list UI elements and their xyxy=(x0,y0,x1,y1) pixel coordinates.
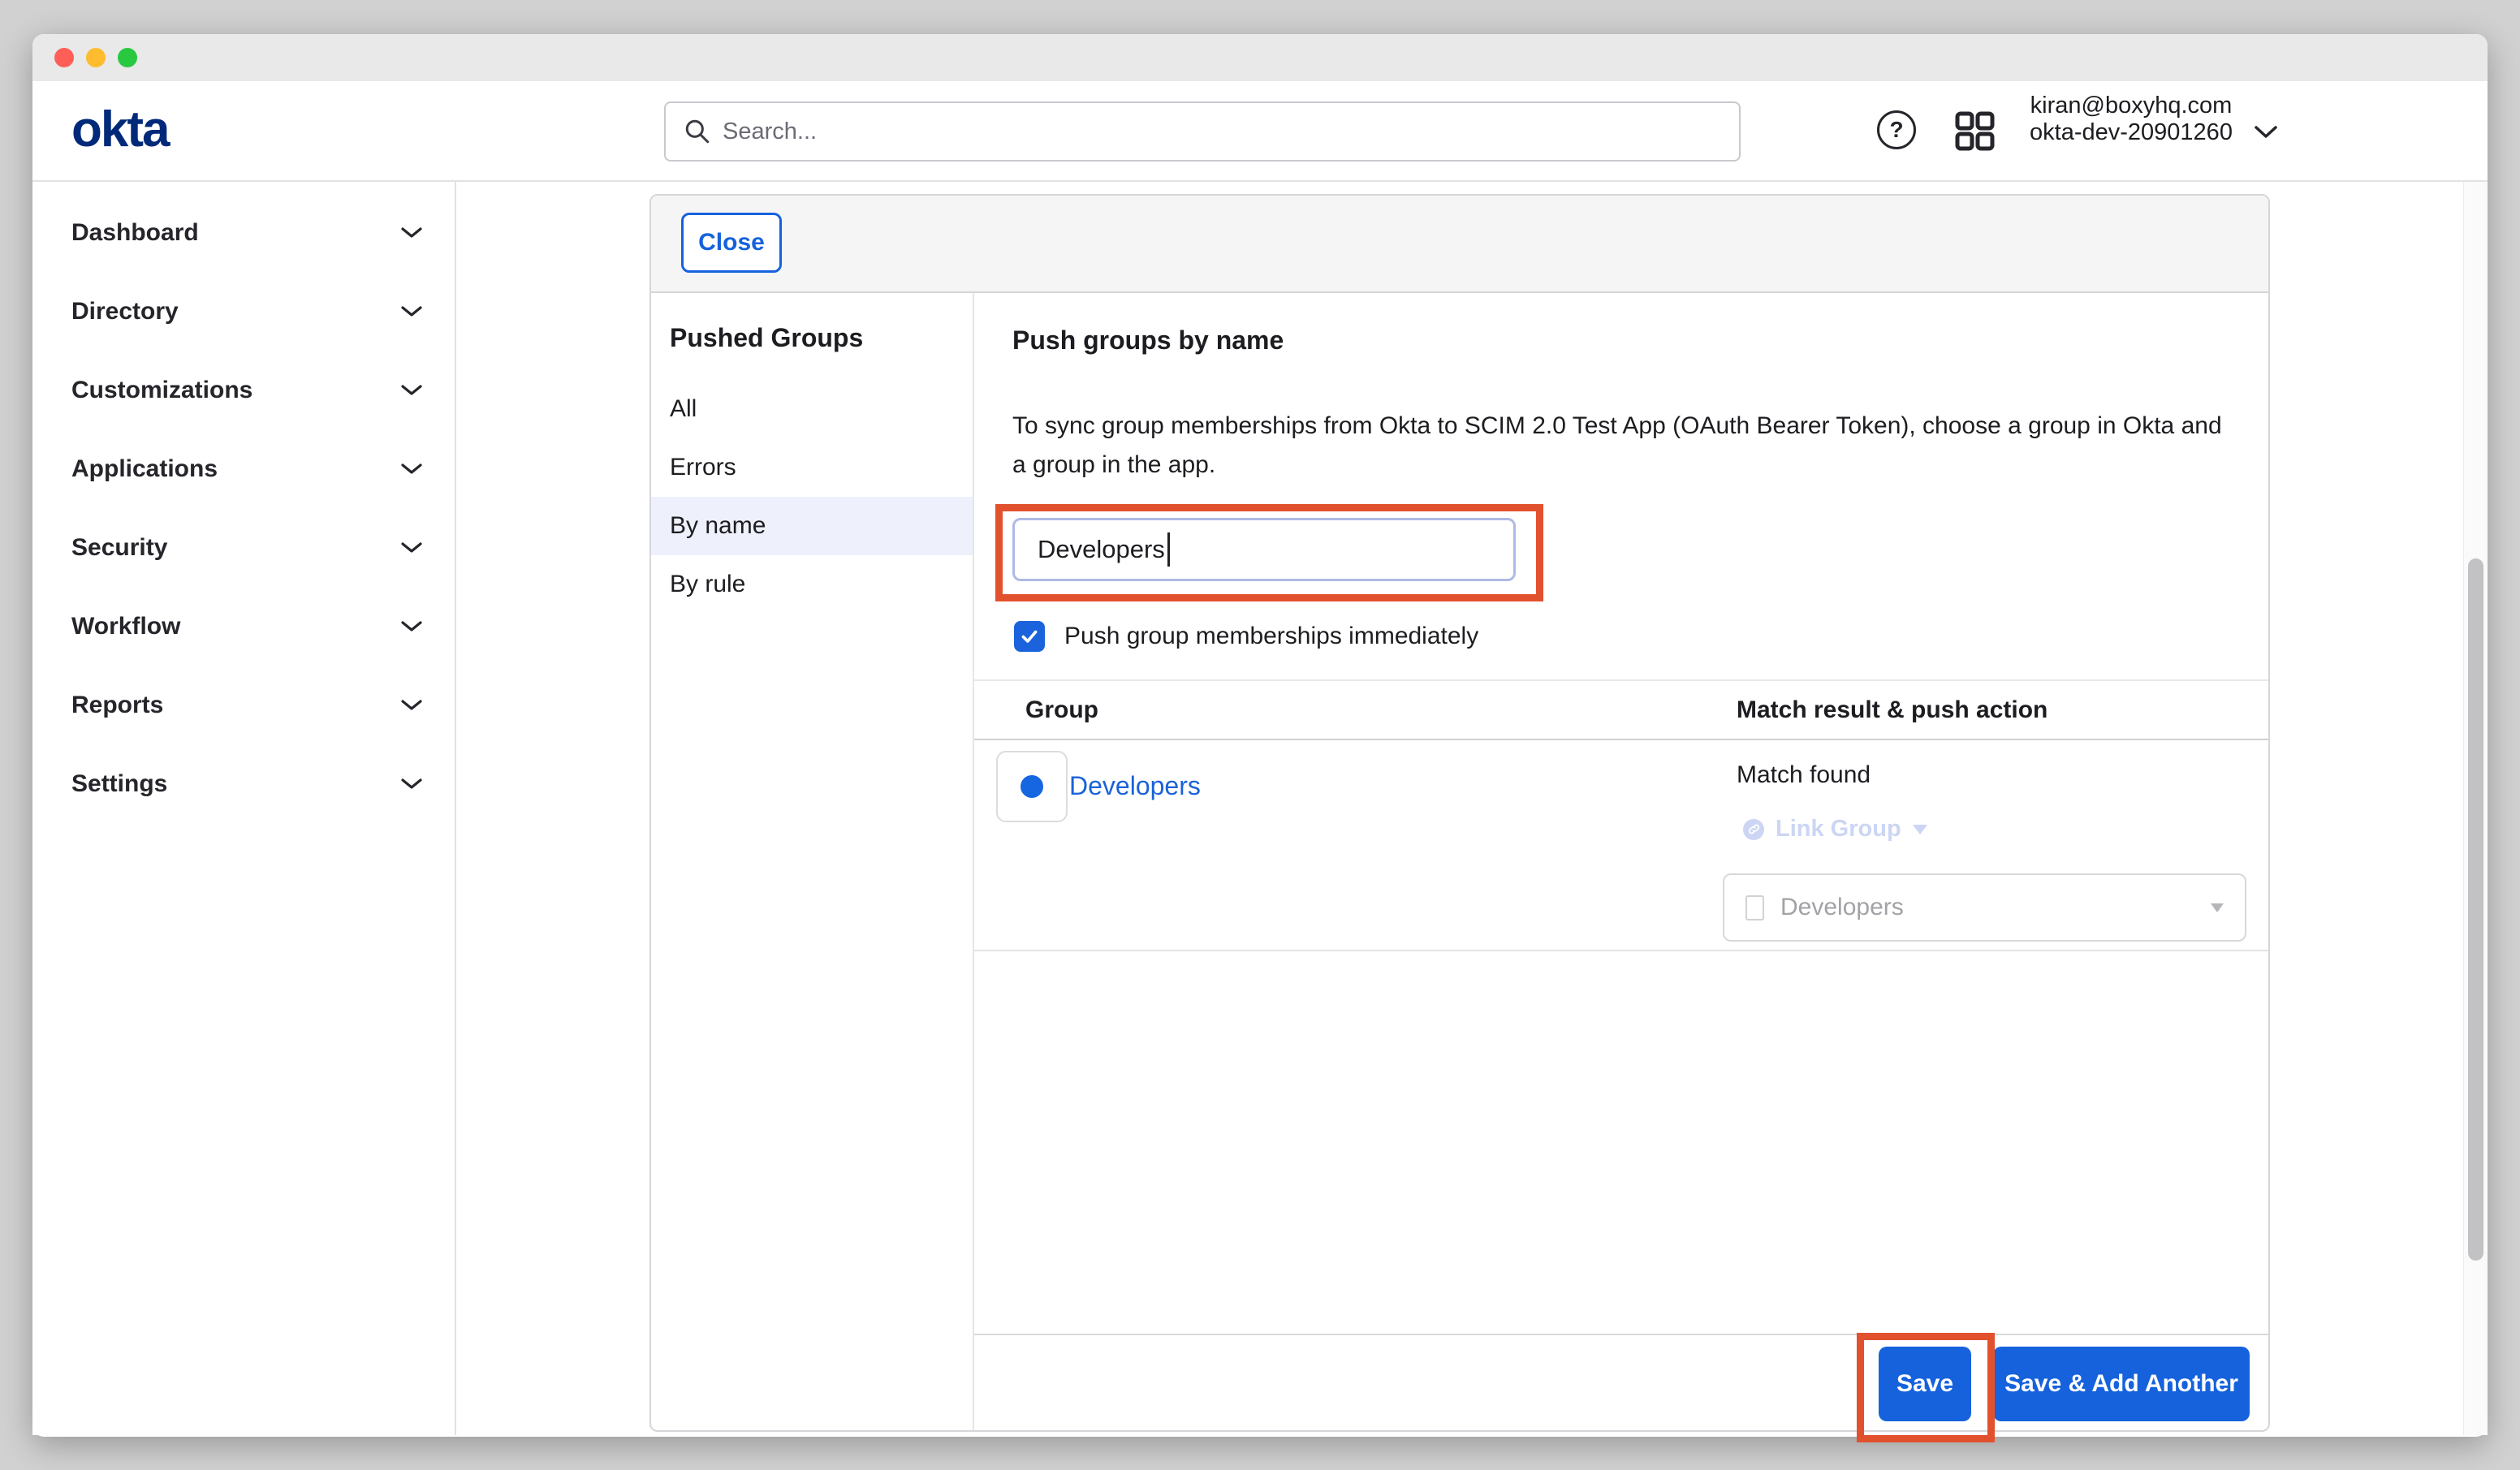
caret-down-icon xyxy=(1913,825,1927,834)
target-group-select[interactable]: Developers xyxy=(1723,873,2246,942)
page-title: Push groups by name xyxy=(1012,325,1284,356)
table-header-border xyxy=(974,739,2268,740)
table-header-group: Group xyxy=(1025,696,1098,724)
chevron-down-icon xyxy=(401,541,422,554)
sidebar-item-workflow[interactable]: Workflow xyxy=(32,587,455,666)
sidebar-item-customizations[interactable]: Customizations xyxy=(32,351,455,429)
link-group-label: Link Group xyxy=(1776,816,1901,843)
chevron-down-icon xyxy=(401,699,422,711)
help-icon[interactable]: ? xyxy=(1877,110,1916,149)
footer-divider xyxy=(974,1334,2268,1335)
window-close-button[interactable] xyxy=(54,48,74,67)
push-immediately-label: Push group memberships immediately xyxy=(1064,623,1478,650)
sidebar-item-settings[interactable]: Settings xyxy=(32,744,455,823)
search-input[interactable] xyxy=(723,103,1739,160)
check-icon xyxy=(1019,626,1040,647)
window-titlebar xyxy=(32,34,2488,81)
caret-down-icon xyxy=(2211,903,2224,912)
apps-grid-icon[interactable] xyxy=(1955,111,1995,151)
text-cursor xyxy=(1167,532,1170,567)
table-row-border xyxy=(974,950,2268,951)
subnav-title: Pushed Groups xyxy=(651,322,973,353)
subnav-item-all[interactable]: All xyxy=(651,380,973,438)
chevron-down-icon xyxy=(401,463,422,475)
group-search-input[interactable]: Developers xyxy=(1012,518,1516,581)
chevron-down-icon xyxy=(401,226,422,239)
target-group-value: Developers xyxy=(1780,894,2194,921)
table-header-match: Match result & push action xyxy=(1737,696,2048,724)
main-content-area: Close Pushed Groups All Errors By name B… xyxy=(456,182,2488,1435)
sidebar-item-dashboard[interactable]: Dashboard xyxy=(32,193,455,272)
account-email: kiran@boxyhq.com xyxy=(2012,93,2250,119)
subnav-item-by-name[interactable]: By name xyxy=(651,497,973,555)
app-header: okta ? kiran@boxyhq.com okta-dev-2090126… xyxy=(32,81,2488,182)
page-description: To sync group memberships from Okta to S… xyxy=(1012,407,2222,485)
match-status-text: Match found xyxy=(1737,761,1871,789)
group-search-value: Developers xyxy=(1038,535,1165,564)
group-avatar xyxy=(996,751,1068,822)
sidebar-item-applications[interactable]: Applications xyxy=(32,429,455,508)
search-icon xyxy=(684,118,711,145)
chevron-down-icon xyxy=(401,620,422,632)
save-and-add-another-button[interactable]: Save & Add Another xyxy=(1993,1347,2250,1421)
sidebar-item-directory[interactable]: Directory xyxy=(32,272,455,351)
chevron-down-icon xyxy=(401,778,422,790)
link-icon xyxy=(1743,819,1764,840)
section-divider xyxy=(974,679,2268,681)
browser-window: okta ? kiran@boxyhq.com okta-dev-2090126… xyxy=(32,34,2488,1437)
chevron-down-icon xyxy=(401,384,422,396)
window-minimize-button[interactable] xyxy=(86,48,106,67)
chevron-down-icon[interactable] xyxy=(2254,124,2278,139)
group-placeholder-icon xyxy=(1745,895,1764,920)
push-by-name-pane: Push groups by name To sync group member… xyxy=(974,293,2268,1430)
okta-logo[interactable]: okta xyxy=(71,101,168,158)
scrollbar-thumb[interactable] xyxy=(2468,558,2483,1261)
group-name-link[interactable]: Developers xyxy=(1069,771,1201,801)
pushed-groups-subnav: Pushed Groups All Errors By name By rule xyxy=(651,293,974,1430)
push-immediately-checkbox[interactable] xyxy=(1014,621,1045,652)
subnav-item-errors[interactable]: Errors xyxy=(651,438,973,497)
sidebar-nav: Dashboard Directory Customizations Appli… xyxy=(32,182,456,1435)
subnav-item-by-rule[interactable]: By rule xyxy=(651,555,973,614)
account-org-id: okta-dev-20901260 xyxy=(2012,119,2250,146)
group-avatar-icon xyxy=(1021,775,1043,798)
push-groups-panel: Close Pushed Groups All Errors By name B… xyxy=(649,194,2270,1432)
link-group-action[interactable]: Link Group xyxy=(1743,816,1927,843)
sidebar-item-reports[interactable]: Reports xyxy=(32,666,455,744)
page-scrollbar[interactable] xyxy=(2463,182,2488,1435)
panel-toolbar: Close xyxy=(651,196,2268,293)
account-menu[interactable]: kiran@boxyhq.com okta-dev-20901260 xyxy=(2012,93,2250,146)
window-zoom-button[interactable] xyxy=(118,48,137,67)
global-search[interactable] xyxy=(664,101,1741,162)
close-button[interactable]: Close xyxy=(681,213,782,273)
chevron-down-icon xyxy=(401,305,422,317)
save-button[interactable]: Save xyxy=(1879,1347,1971,1421)
sidebar-item-security[interactable]: Security xyxy=(32,508,455,587)
